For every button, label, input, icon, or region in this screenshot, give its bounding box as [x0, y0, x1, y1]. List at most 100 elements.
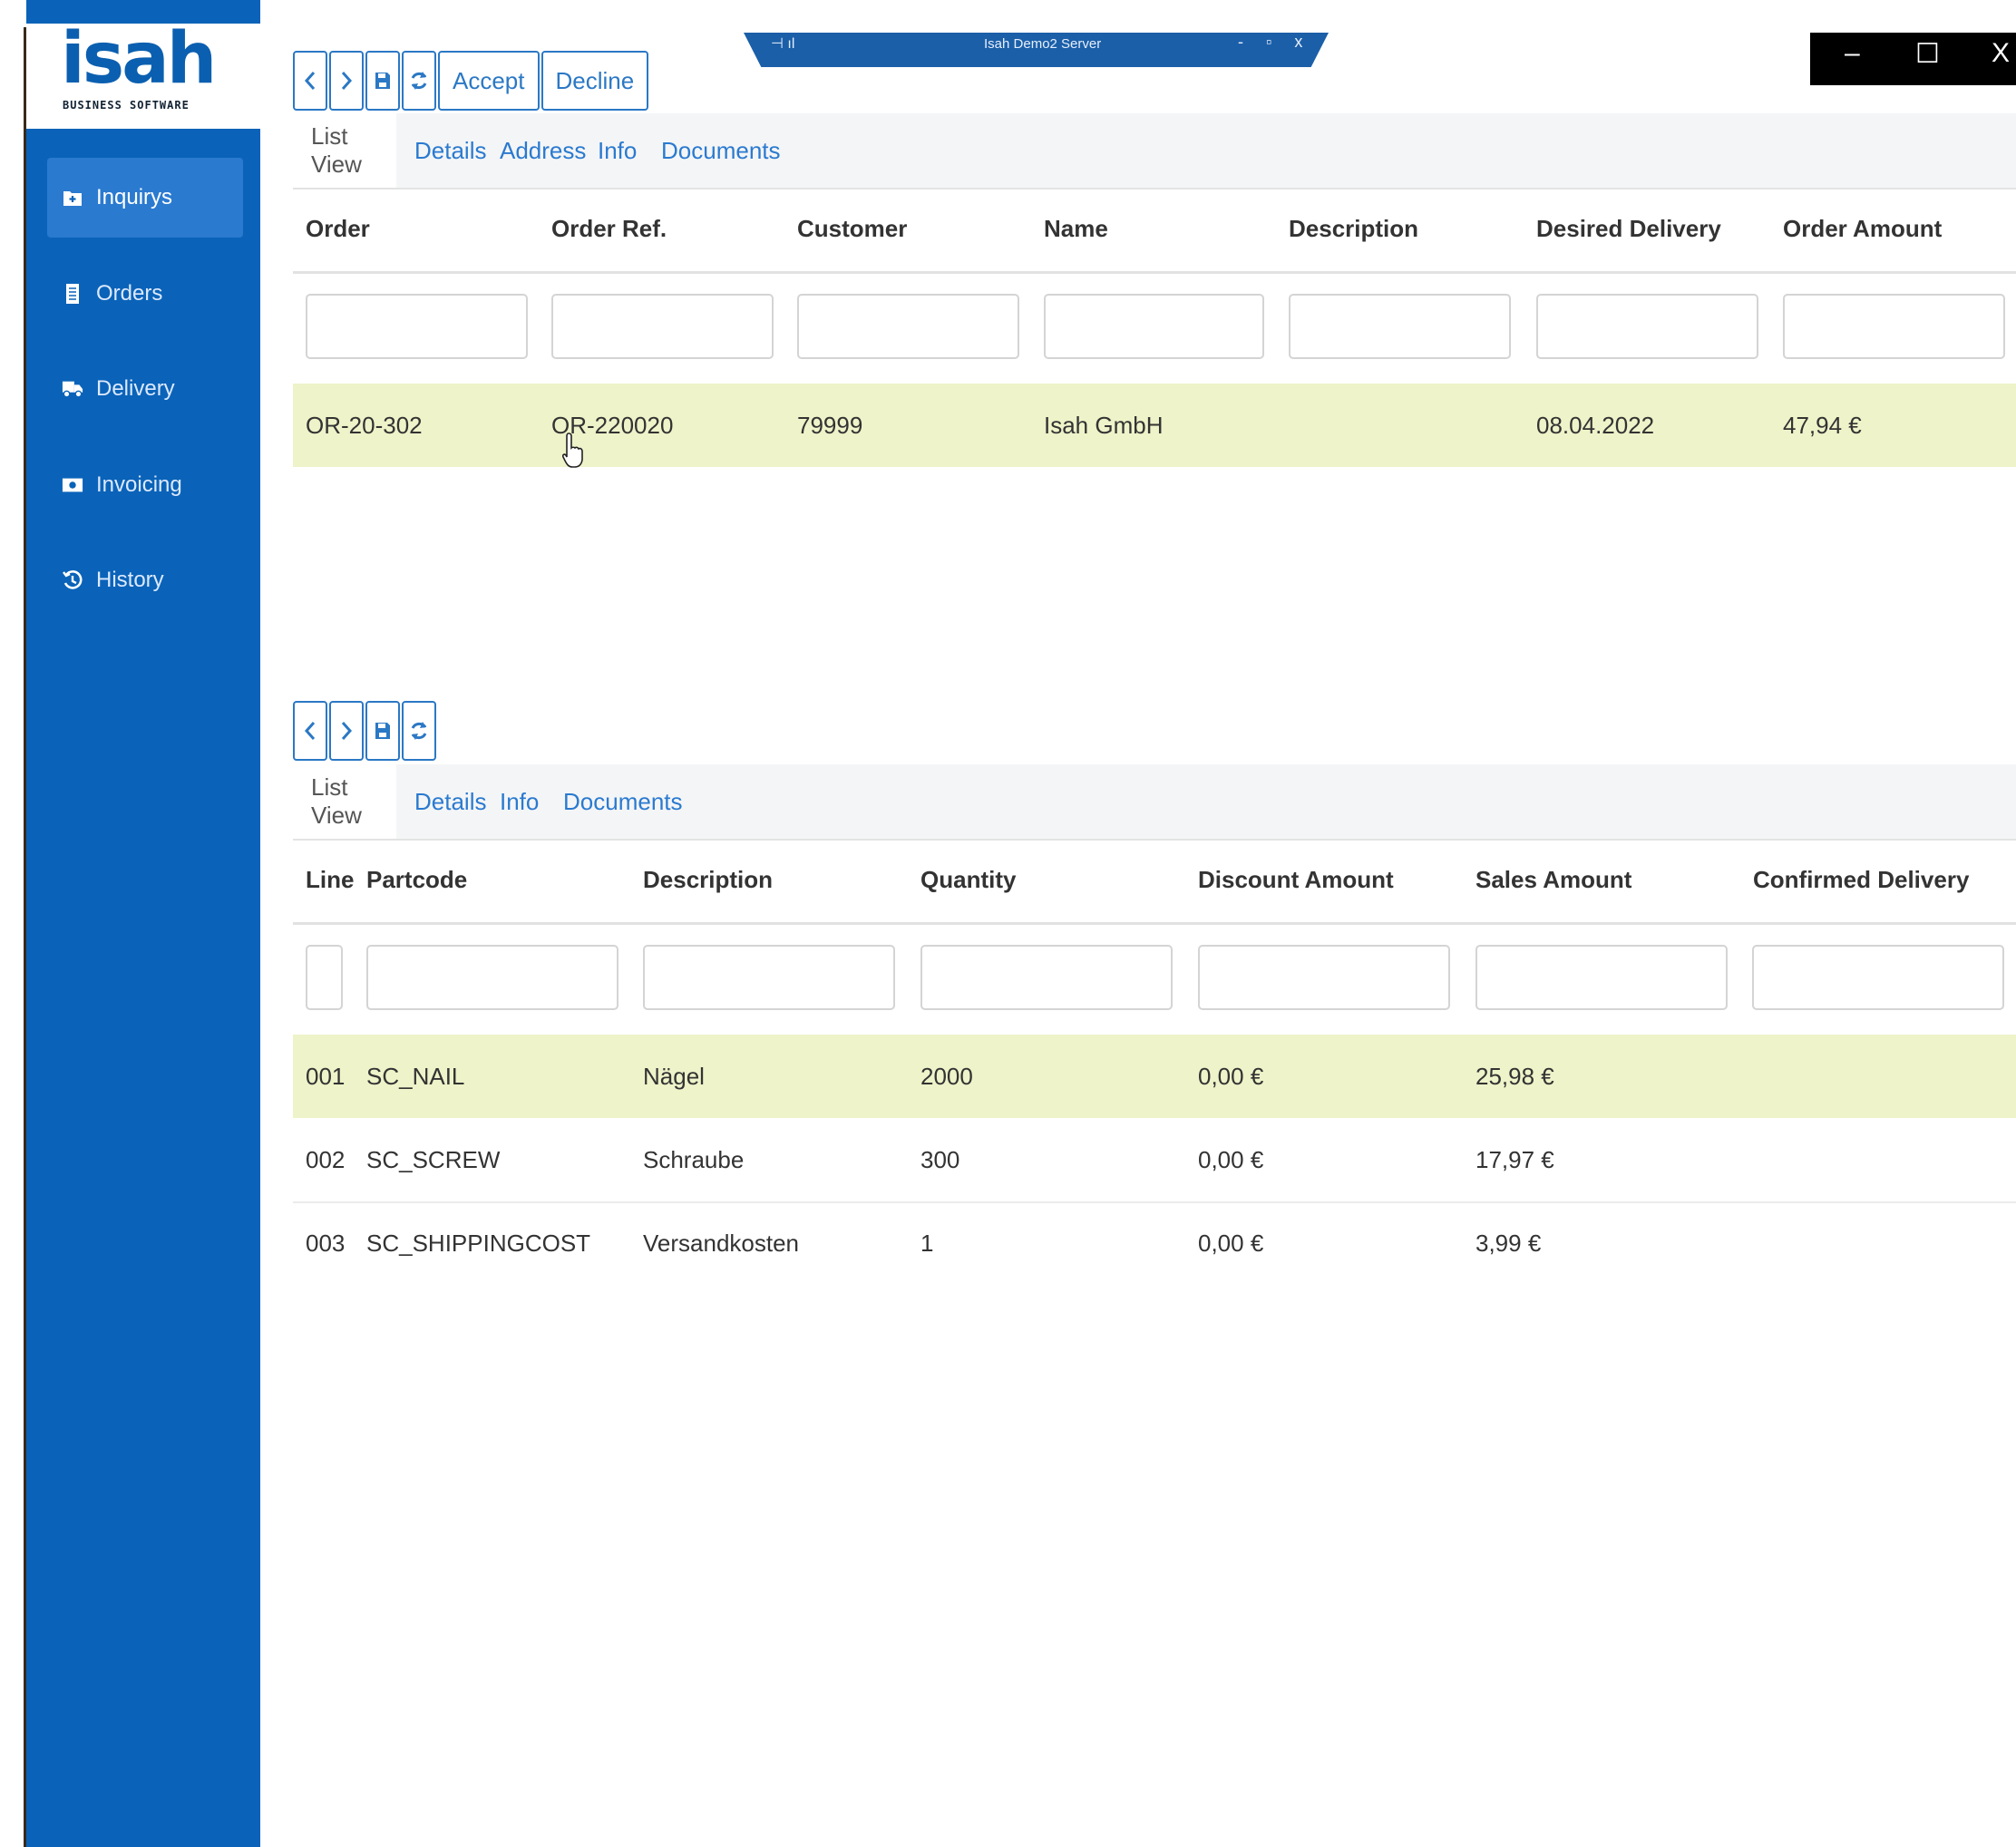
sidebar-item-orders[interactable]: Orders — [47, 254, 243, 334]
cell-partcode: SC_SCREW — [366, 1146, 501, 1173]
cell-customer: 79999 — [797, 412, 863, 439]
chevron-left-icon — [304, 70, 317, 92]
filter-discount-amount[interactable] — [1198, 945, 1450, 1010]
screen-edge — [0, 0, 25, 1847]
orders-header-row: Order Order Ref. Customer Name Descripti… — [293, 186, 2016, 274]
cell-description: Nägel — [643, 1063, 705, 1090]
sidebar-item-delivery[interactable]: Delivery — [47, 349, 243, 429]
cell-quantity: 300 — [920, 1146, 960, 1173]
column-header-order[interactable]: Order — [306, 186, 370, 271]
filter-desired-delivery[interactable] — [1536, 294, 1758, 359]
cell-discount-amount: 0,00 € — [1198, 1063, 1264, 1090]
column-header-line[interactable]: Line — [306, 837, 354, 922]
tab-list-view[interactable]: List View — [293, 113, 396, 188]
filter-description[interactable] — [1289, 294, 1511, 359]
hand-cursor-icon — [561, 432, 584, 470]
column-header-sales-amount[interactable]: Sales Amount — [1475, 837, 1631, 922]
sidebar-item-label: History — [96, 568, 164, 592]
filter-partcode[interactable] — [366, 945, 618, 1010]
cell-sales-amount: 25,98 € — [1475, 1063, 1554, 1090]
pin-icon[interactable]: ⊣ ıl — [771, 34, 794, 53]
column-header-discount-amount[interactable]: Discount Amount — [1198, 837, 1394, 922]
orders-tabs: List View Details Address Info Documents — [293, 113, 2016, 190]
column-header-name[interactable]: Name — [1044, 186, 1108, 271]
lines-toolbar — [293, 701, 438, 761]
cell-line: 003 — [306, 1230, 346, 1257]
filter-description[interactable] — [643, 945, 895, 1010]
column-header-description[interactable]: Description — [1289, 186, 1418, 271]
history-icon — [62, 569, 83, 591]
sidebar-item-label: Orders — [96, 281, 163, 306]
document-icon — [62, 283, 83, 305]
cell-line: 001 — [306, 1063, 346, 1090]
maximize-button[interactable]: ☐ — [1915, 38, 1940, 70]
close-button[interactable]: X — [1992, 38, 2010, 69]
sidebar-item-invoicing[interactable]: Invoicing — [47, 445, 243, 525]
chevron-right-icon — [340, 70, 353, 92]
chevron-right-icon — [340, 720, 353, 742]
sidebar-item-label: Invoicing — [96, 472, 182, 497]
next-button[interactable] — [329, 701, 364, 761]
filter-order-amount[interactable] — [1783, 294, 2005, 359]
table-row[interactable]: 002 SC_SCREW Schraube 300 0,00 € 17,97 € — [293, 1118, 2016, 1203]
previous-button[interactable] — [293, 51, 327, 111]
refresh-button[interactable] — [402, 701, 436, 761]
accept-button[interactable]: Accept — [438, 51, 540, 111]
lines-tabs: List View Details Info Documents — [293, 764, 2016, 841]
column-header-confirmed-delivery[interactable]: Confirmed Delivery — [1753, 837, 1969, 922]
column-header-order-amount[interactable]: Order Amount — [1783, 186, 1942, 271]
sidebar-item-label: Inquirys — [96, 185, 173, 209]
cell-discount-amount: 0,00 € — [1198, 1146, 1264, 1173]
filter-order-ref[interactable] — [551, 294, 774, 359]
cell-sales-amount: 3,99 € — [1475, 1230, 1542, 1257]
remote-window-titlebar[interactable]: ⊣ ıl Isah Demo2 Server - ▫ x — [744, 33, 1329, 67]
tab-documents[interactable]: Documents — [545, 764, 701, 839]
lines-header-row: Line Partcode Description Quantity Disco… — [293, 837, 2016, 925]
money-icon — [62, 474, 83, 496]
refresh-button[interactable] — [402, 51, 436, 111]
cell-description: Schraube — [643, 1146, 745, 1173]
filter-sales-amount[interactable] — [1475, 945, 1728, 1010]
column-header-quantity[interactable]: Quantity — [920, 837, 1016, 922]
cell-partcode: SC_SHIPPINGCOST — [366, 1230, 591, 1257]
filter-order[interactable] — [306, 294, 528, 359]
column-header-partcode[interactable]: Partcode — [366, 837, 467, 922]
table-row[interactable]: 003 SC_SHIPPINGCOST Versandkosten 1 0,00… — [293, 1201, 2016, 1285]
filter-confirmed-delivery[interactable] — [1752, 945, 2004, 1010]
truck-icon — [62, 378, 83, 400]
cell-quantity: 1 — [920, 1230, 934, 1257]
save-button[interactable] — [365, 701, 400, 761]
remote-window-controls[interactable]: - ▫ x — [1238, 33, 1311, 52]
filter-name[interactable] — [1044, 294, 1264, 359]
decline-button[interactable]: Decline — [541, 51, 649, 111]
column-header-order-ref[interactable]: Order Ref. — [551, 186, 667, 271]
table-row[interactable]: OR-20-302 OR-220020 79999 Isah GmbH 08.0… — [293, 384, 2016, 467]
plus-folder-icon — [62, 187, 83, 209]
cell-desired-delivery: 08.04.2022 — [1536, 412, 1655, 439]
sidebar-item-label: Delivery — [96, 376, 175, 401]
column-header-customer[interactable]: Customer — [797, 186, 907, 271]
cell-quantity: 2000 — [920, 1063, 973, 1090]
table-row[interactable]: 001 SC_NAIL Nägel 2000 0,00 € 25,98 € — [293, 1035, 2016, 1118]
tab-documents[interactable]: Documents — [643, 113, 799, 188]
previous-button[interactable] — [293, 701, 327, 761]
column-header-desired-delivery[interactable]: Desired Delivery — [1536, 186, 1721, 271]
cell-partcode: SC_NAIL — [366, 1063, 465, 1090]
filter-line[interactable] — [306, 945, 343, 1010]
chevron-left-icon — [304, 720, 317, 742]
minimize-button[interactable]: – — [1845, 38, 1860, 69]
filter-customer[interactable] — [797, 294, 1019, 359]
save-icon — [375, 722, 391, 740]
column-header-description[interactable]: Description — [643, 837, 773, 922]
save-button[interactable] — [365, 51, 400, 111]
refresh-icon — [409, 70, 429, 92]
sidebar-item-history[interactable]: History — [47, 540, 243, 620]
cell-line: 002 — [306, 1146, 346, 1173]
sidebar-item-inquirys[interactable]: Inquirys — [47, 158, 243, 238]
window-title: Isah Demo2 Server — [984, 36, 1102, 52]
logo-subtitle: BUSINESS SOFTWARE — [63, 99, 190, 112]
tab-list-view[interactable]: List View — [293, 764, 396, 839]
filter-quantity[interactable] — [920, 945, 1173, 1010]
next-button[interactable] — [329, 51, 364, 111]
refresh-icon — [409, 720, 429, 742]
